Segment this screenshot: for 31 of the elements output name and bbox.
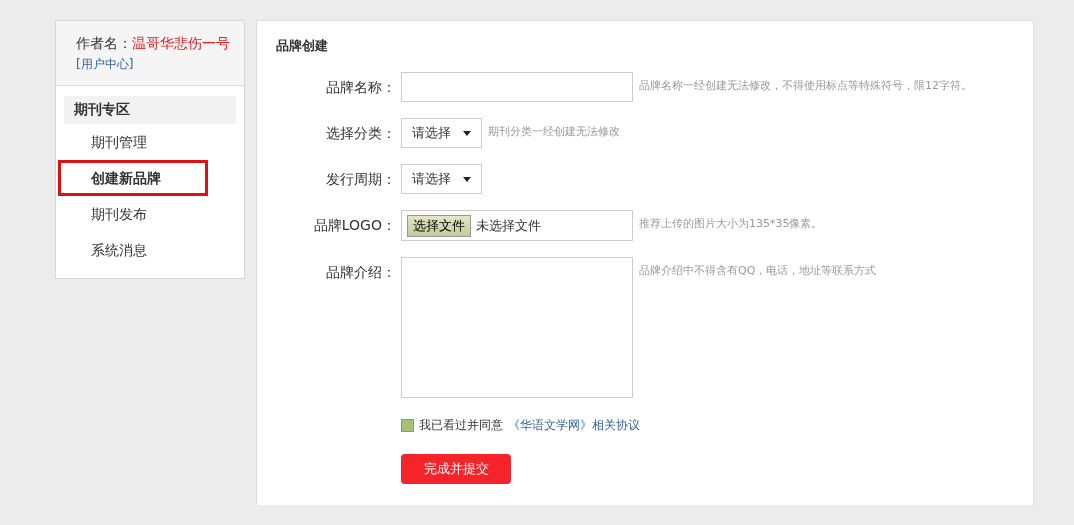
agreement-link[interactable]: 《华语文学网》相关协议 xyxy=(508,417,640,434)
caret-icon xyxy=(463,130,471,136)
brand-name-field[interactable] xyxy=(401,72,633,102)
field-label: 品牌名称： xyxy=(326,79,396,95)
field-hint: 品牌名称一经创建无法修改，不得使用标点等特殊符号，限12字符。 xyxy=(638,78,972,93)
file-status: 未选择文件 xyxy=(476,216,541,235)
field-label: 品牌介绍： xyxy=(326,264,396,280)
caret-icon xyxy=(463,176,471,182)
field-label: 发行周期： xyxy=(326,171,396,187)
field-hint: 推荐上传的图片大小为135*35像素。 xyxy=(638,216,823,231)
select-dropdown[interactable]: 请选择 xyxy=(401,118,482,148)
field-hint: 期刊分类一经创建无法修改 xyxy=(487,124,620,139)
form-title: 品牌创建 xyxy=(276,37,329,55)
sidebar-item[interactable]: 创建新品牌 xyxy=(58,160,208,196)
file-field[interactable]: 选择文件 未选择文件 xyxy=(401,210,633,241)
user-center-link[interactable]: [用户中心] xyxy=(76,56,134,73)
author-name: 温哥华悲伤一号 xyxy=(132,35,230,51)
submit-button[interactable]: 完成并提交 xyxy=(401,454,511,484)
agreement-checkbox[interactable] xyxy=(401,419,414,432)
section-title: 期刊专区 xyxy=(64,96,236,124)
intro-textarea[interactable] xyxy=(401,257,633,398)
choose-file-button[interactable]: 选择文件 xyxy=(407,214,471,237)
select-dropdown[interactable]: 请选择 xyxy=(401,164,482,194)
sidebar-item[interactable]: 期刊发布 xyxy=(58,196,208,232)
field-label: 选择分类： xyxy=(326,125,396,141)
author-label: 作者名： xyxy=(76,35,132,51)
sidebar-item[interactable]: 系统消息 xyxy=(58,232,208,268)
sidebar-item[interactable]: 期刊管理 xyxy=(58,124,208,160)
field-hint: 品牌介绍中不得含有QQ，电话，地址等联系方式 xyxy=(638,263,877,278)
agreement-text: 我已看过并同意 xyxy=(419,417,503,434)
field-label: 品牌LOGO： xyxy=(313,217,396,233)
